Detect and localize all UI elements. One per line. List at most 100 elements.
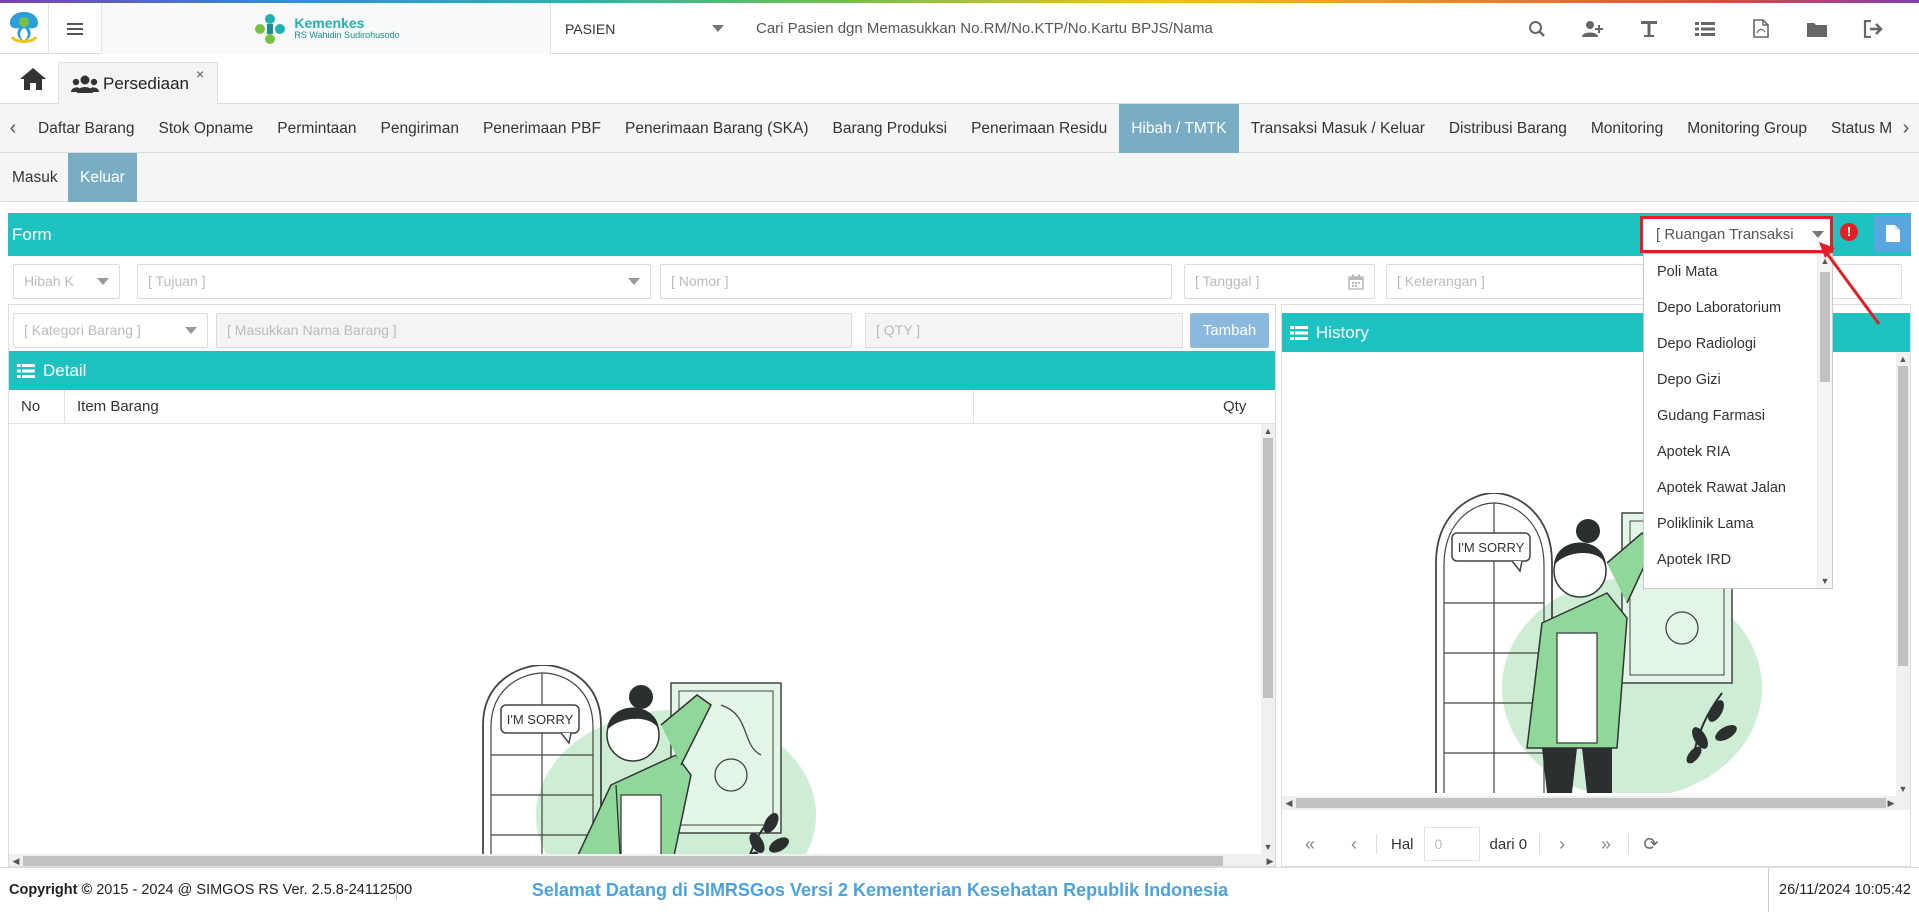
tab-penerimaan-residu[interactable]: Penerimaan Residu bbox=[959, 104, 1119, 153]
dropdown-option[interactable]: Depo Gizi bbox=[1644, 362, 1818, 398]
folder-icon[interactable] bbox=[1789, 3, 1845, 54]
next-page-icon[interactable]: › bbox=[1540, 834, 1584, 855]
tanggal-input[interactable]: [ Tanggal ] bbox=[1184, 264, 1375, 299]
tab-permintaan[interactable]: Permintaan bbox=[265, 104, 368, 153]
tab-barang-produksi[interactable]: Barang Produksi bbox=[821, 104, 960, 153]
close-icon[interactable]: × bbox=[196, 66, 204, 82]
tab-penerimaan-barang-ska[interactable]: Penerimaan Barang (SKA) bbox=[613, 104, 821, 153]
tab-monitoring[interactable]: Monitoring bbox=[1579, 104, 1675, 153]
tab-hibah-tmtk[interactable]: Hibah / TMTK bbox=[1119, 104, 1239, 153]
dropdown-option[interactable]: Poli Mata bbox=[1644, 254, 1818, 290]
hibah-type-select[interactable]: Hibah K bbox=[13, 264, 120, 299]
tab-penerimaan-pbf[interactable]: Penerimaan PBF bbox=[471, 104, 613, 153]
refresh-icon[interactable]: ⟳ bbox=[1629, 834, 1673, 855]
item-entry-row: [ Kategori Barang ] [ Masukkan Nama Bara… bbox=[9, 305, 1275, 351]
tab-pengiriman[interactable]: Pengiriman bbox=[369, 104, 471, 153]
history-vertical-scrollbar[interactable]: ▲ ▼ bbox=[1896, 352, 1910, 796]
detail-table-header: No Item Barang Qty bbox=[9, 390, 1275, 424]
nama-barang-input[interactable]: [ Masukkan Nama Barang ] bbox=[216, 313, 852, 348]
tab-status-mutasi-b[interactable]: Status Mutasi B bbox=[1819, 104, 1892, 153]
logout-icon[interactable] bbox=[1845, 3, 1901, 54]
first-page-icon[interactable]: « bbox=[1288, 834, 1332, 855]
pager-hal-label: Hal bbox=[1391, 835, 1414, 853]
subtab-keluar[interactable]: Keluar bbox=[68, 153, 137, 202]
ruangan-transaksi-select[interactable]: [ Ruangan Transaksi bbox=[1645, 221, 1828, 248]
tab-stok-opname[interactable]: Stok Opname bbox=[147, 104, 266, 153]
detail-panel: [ Kategori Barang ] [ Masukkan Nama Bara… bbox=[8, 304, 1276, 867]
patient-type-select[interactable]: PASIEN bbox=[556, 3, 732, 54]
app-logo-icon[interactable] bbox=[6, 9, 42, 47]
column-qty[interactable]: Qty bbox=[1223, 390, 1246, 424]
header-icons bbox=[1509, 3, 1901, 54]
home-icon[interactable] bbox=[18, 66, 48, 92]
subtab-masuk[interactable]: Masuk bbox=[0, 153, 70, 202]
dropdown-option[interactable]: Apotek PIT Lt 1 bbox=[1644, 578, 1818, 588]
tujuan-placeholder: [ Tujuan ] bbox=[148, 273, 206, 289]
history-horizontal-scrollbar[interactable]: ◀ ▶ bbox=[1282, 796, 1910, 810]
sorry-text: I'M SORRY bbox=[507, 712, 574, 727]
last-page-icon[interactable]: » bbox=[1584, 834, 1628, 855]
tab-monitoring-group[interactable]: Monitoring Group bbox=[1675, 104, 1819, 153]
document-icon bbox=[1885, 225, 1900, 242]
ruangan-placeholder: [ Ruangan Transaksi bbox=[1656, 226, 1794, 243]
form-header-bar: Form bbox=[8, 213, 1911, 256]
history-title: History bbox=[1316, 322, 1369, 342]
detail-title: Detail bbox=[43, 360, 87, 380]
main-content: Form Hibah K [ Tujuan ] [ Nomor ] [ Tang… bbox=[0, 203, 1919, 867]
chevron-left-icon[interactable]: ‹ bbox=[6, 117, 20, 139]
nomor-input[interactable]: [ Nomor ] bbox=[660, 264, 1172, 299]
tab-distribusi-barang[interactable]: Distribusi Barang bbox=[1437, 104, 1579, 153]
dropdown-option[interactable]: Poliklinik Lama bbox=[1644, 506, 1818, 542]
search-icon[interactable] bbox=[1509, 3, 1565, 54]
tab-daftar-barang[interactable]: Daftar Barang bbox=[26, 104, 147, 153]
dropdown-option[interactable]: Depo Laboratorium bbox=[1644, 290, 1818, 326]
kategori-barang-select[interactable]: [ Kategori Barang ] bbox=[13, 313, 208, 348]
welcome-banner: Selamat Datang di SIMRSGos Versi 2 Kemen… bbox=[531, 880, 1229, 900]
history-pager: « ‹ Hal 0 dari 0 › » ⟳ bbox=[1282, 822, 1910, 866]
kemenkes-logo-icon bbox=[255, 13, 286, 44]
detail-horizontal-scrollbar[interactable]: ◀ ▶ bbox=[9, 854, 1275, 866]
chevron-down-icon bbox=[1812, 231, 1824, 238]
brand-subtitle: RS Wahidin Sudirohusodo bbox=[294, 30, 400, 41]
footer: Copyright © 2015 - 2024 @ SIMGOS RS Ver.… bbox=[0, 867, 1919, 912]
pdf-icon[interactable] bbox=[1733, 3, 1789, 54]
form-inputs-row: Hibah K [ Tujuan ] [ Nomor ] [ Tanggal ]… bbox=[8, 256, 1911, 304]
chevron-right-icon[interactable]: › bbox=[1899, 117, 1913, 139]
text-icon[interactable] bbox=[1621, 3, 1677, 54]
calendar-icon[interactable] bbox=[1348, 274, 1364, 290]
list-icon bbox=[17, 363, 35, 378]
column-item-barang[interactable]: Item Barang bbox=[77, 390, 159, 424]
add-user-icon[interactable] bbox=[1565, 3, 1621, 54]
qty-input[interactable]: [ QTY ] bbox=[865, 313, 1183, 348]
ruangan-options: Poli Mata Depo Laboratorium Depo Radiologi… bbox=[1644, 254, 1818, 588]
tab-persediaan[interactable]: Persediaan bbox=[58, 62, 218, 104]
column-divider bbox=[64, 390, 65, 424]
list-icon[interactable] bbox=[1677, 3, 1733, 54]
footer-divider bbox=[396, 882, 397, 900]
dropdown-option[interactable]: Gudang Farmasi bbox=[1644, 398, 1818, 434]
sidebar-toggle-button[interactable] bbox=[48, 3, 102, 54]
tujuan-select[interactable]: [ Tujuan ] bbox=[137, 264, 651, 299]
detail-vertical-scrollbar[interactable]: ▲ ▼ bbox=[1261, 424, 1275, 854]
kategori-placeholder: [ Kategori Barang ] bbox=[24, 322, 141, 338]
tanggal-placeholder: [ Tanggal ] bbox=[1195, 273, 1260, 289]
dropdown-option[interactable]: Depo Radiologi bbox=[1644, 326, 1818, 362]
module-tab-row: Persediaan × bbox=[0, 54, 1919, 104]
pager-divider bbox=[1376, 834, 1377, 854]
page-number-input[interactable]: 0 bbox=[1423, 827, 1480, 861]
patient-search-input[interactable]: Cari Pasien dgn Memasukkan No.RM/No.KTP/… bbox=[756, 3, 1256, 54]
menu-items: Daftar Barang Stok Opname Permintaan Pengir… bbox=[26, 104, 1892, 153]
dropdown-option[interactable]: Apotek RIA bbox=[1644, 434, 1818, 470]
tab-transaksi-masuk-keluar[interactable]: Transaksi Masuk / Keluar bbox=[1239, 104, 1437, 153]
subtab-bar: Masuk Keluar bbox=[0, 153, 1919, 202]
hibah-type-placeholder: Hibah K bbox=[24, 273, 74, 289]
ruangan-transaksi-highlight: [ Ruangan Transaksi bbox=[1640, 216, 1833, 253]
prev-page-icon[interactable]: ‹ bbox=[1332, 834, 1376, 855]
tambah-button[interactable]: Tambah bbox=[1190, 313, 1269, 348]
chevron-down-icon bbox=[97, 278, 109, 285]
dropdown-option[interactable]: Apotek Rawat Jalan bbox=[1644, 470, 1818, 506]
brand-area: Kemenkes RS Wahidin Sudirohusodo bbox=[102, 3, 551, 54]
column-no[interactable]: No bbox=[21, 390, 40, 424]
dropdown-option[interactable]: Apotek IRD bbox=[1644, 542, 1818, 578]
copyright-text: Copyright © 2015 - 2024 @ SIMGOS RS Ver.… bbox=[9, 868, 412, 912]
